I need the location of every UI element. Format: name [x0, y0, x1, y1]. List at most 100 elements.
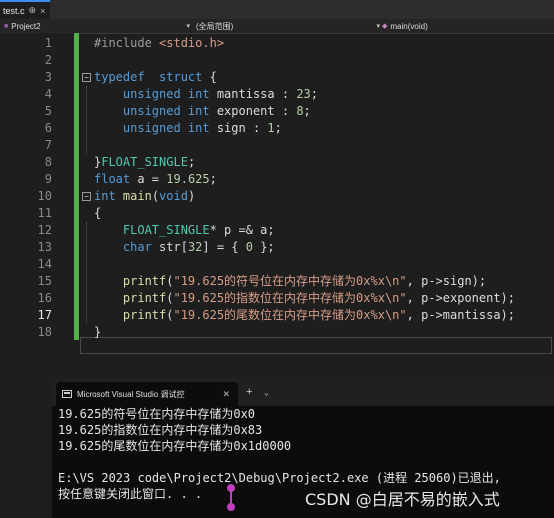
code-line: typedef struct { — [94, 69, 217, 86]
fold-collapse-icon[interactable]: − — [82, 192, 91, 201]
code-token: "19.625的符号位在内存中存储为0x%x\n" — [173, 274, 407, 288]
document-tab-bar: test.c ⊕ × — [0, 0, 554, 19]
code-token: FLOAT_SINGLE — [94, 223, 210, 237]
code-line: unsigned int exponent : 8; — [94, 103, 311, 120]
code-token: a = — [137, 172, 167, 186]
code-token: , p->exponent); — [406, 291, 516, 305]
code-token: main — [122, 189, 152, 203]
code-token: int — [94, 189, 123, 203]
code-token: void — [159, 189, 188, 203]
close-icon[interactable]: × — [40, 6, 45, 16]
code-line: unsigned int mantissa : 23; — [94, 86, 318, 103]
code-token: int — [187, 121, 217, 135]
chevron-down-icon: ▾ — [376, 23, 380, 30]
tab-test-c[interactable]: test.c ⊕ × — [0, 0, 50, 19]
terminal-icon — [62, 390, 72, 398]
console-line: 19.625的尾数位在内存中存储为0x1d0000 — [58, 439, 292, 453]
chevron-down-icon[interactable]: ⌄ — [264, 388, 269, 397]
code-editor[interactable]: #include <stdio.h> typedef struct { unsig… — [0, 33, 554, 354]
code-token: mantissa : — [216, 87, 297, 101]
code-token: exponent : — [216, 104, 297, 118]
code-token: 1 — [267, 121, 275, 135]
code-token: float — [94, 172, 138, 186]
code-token: "19.625的指数位在内存中存储为0x%x\n" — [173, 291, 407, 305]
indent-guide — [86, 222, 87, 324]
function-dropdown[interactable]: ◆ main(void) — [382, 19, 552, 33]
code-token: * p =& a; — [209, 223, 275, 237]
console-line: E:\VS 2023 code\Project2\Debug\Project2.… — [58, 471, 501, 485]
code-token: } — [94, 325, 102, 339]
navigation-bar: ■ Project2 ▾ (全局范围) ▾ ◆ main(void) — [0, 19, 554, 34]
code-token: printf — [94, 291, 167, 305]
console-line: 按任意键关闭此窗口. . . — [58, 487, 203, 501]
code-token: printf — [94, 308, 167, 322]
code-token: unsigned — [94, 121, 188, 135]
code-token: "19.625的尾数位在内存中存储为0x%x\n" — [173, 308, 407, 322]
code-token: 23 — [296, 87, 311, 101]
code-token: 32 — [187, 240, 203, 254]
code-token: sign : — [216, 121, 268, 135]
pin-icon[interactable]: ⊕ — [29, 5, 37, 16]
scope-dropdown[interactable]: (全局范围) ▾ — [196, 19, 380, 33]
code-token: ; — [209, 172, 217, 186]
code-token: typedef — [94, 70, 160, 84]
close-icon[interactable]: ✕ — [222, 389, 230, 400]
code-token: }; — [252, 240, 275, 254]
code-token: unsigned — [94, 104, 188, 118]
code-token: 19.625 — [166, 172, 210, 186]
code-token: ) — [187, 189, 196, 203]
scope-label: (全局范围) — [196, 21, 234, 31]
code-line: printf("19.625的尾数位在内存中存储为0x%x\n", p->man… — [94, 307, 515, 324]
fold-collapse-icon[interactable]: − — [82, 73, 91, 82]
code-token: struct — [159, 70, 210, 84]
code-token: ( — [151, 189, 160, 203]
code-token: ; — [310, 87, 318, 101]
code-token: , p->mantissa); — [406, 308, 516, 322]
code-line: int main(void) — [94, 188, 195, 205]
new-tab-button[interactable]: + — [246, 386, 252, 398]
code-token: ; — [274, 121, 282, 135]
cursor-handle-bottom — [227, 503, 235, 511]
code-line: #include <stdio.h> — [94, 35, 224, 52]
code-token: printf — [94, 274, 167, 288]
code-line: { — [94, 205, 101, 222]
code-token: 0 — [245, 240, 253, 254]
code-token: ] = { — [202, 240, 246, 254]
project-dropdown[interactable]: ■ Project2 ▾ — [4, 19, 190, 33]
code-line: }FLOAT_SINGLE; — [94, 154, 195, 171]
tab-label: test.c — [3, 5, 25, 16]
indent-guide — [86, 86, 87, 154]
current-line-highlight — [80, 337, 552, 354]
code-token: , p->sign); — [406, 274, 487, 288]
code-line: char str[32] = { 0 }; — [94, 239, 275, 256]
watermark: CSDN @白居不易的嵌入式 — [305, 490, 500, 509]
code-line: } — [94, 324, 101, 341]
code-token: unsigned — [94, 87, 188, 101]
function-icon: ◆ — [382, 23, 388, 30]
console-line: 19.625的符号位在内存中存储为0x0 — [58, 407, 256, 421]
project-label: Project2 — [11, 21, 41, 31]
project-icon: ■ — [4, 22, 9, 30]
code-token: { — [94, 206, 102, 220]
code-token: str[ — [159, 240, 188, 254]
function-label: main(void) — [390, 21, 428, 31]
code-token: int — [187, 87, 217, 101]
code-line: printf("19.625的指数位在内存中存储为0x%x\n", p->exp… — [94, 290, 515, 307]
console-line: 19.625的指数位在内存中存储为0x83 — [58, 423, 263, 437]
code-token: int — [187, 104, 217, 118]
code-token: char — [94, 240, 160, 254]
console-tab-title: Microsoft Visual Studio 调试控 — [77, 389, 185, 399]
code-line: printf("19.625的符号位在内存中存储为0x%x\n", p->sig… — [94, 273, 486, 290]
code-line: float a = 19.625; — [94, 171, 217, 188]
console-tab-bar: Microsoft Visual Studio 调试控 ✕ + ⌄ — [52, 378, 554, 406]
code-token: FLOAT_SINGLE — [101, 155, 188, 169]
code-line: FLOAT_SINGLE* p =& a; — [94, 222, 275, 239]
code-token: { — [209, 70, 217, 84]
code-token: ; — [187, 155, 196, 169]
code-token: <stdio.h> — [159, 36, 225, 50]
code-line: unsigned int sign : 1; — [94, 120, 282, 137]
console-tab[interactable]: Microsoft Visual Studio 调试控 ✕ — [56, 382, 238, 406]
code-token: #include — [94, 36, 160, 50]
code-token: 8 — [296, 104, 304, 118]
code-token: ; — [303, 104, 311, 118]
